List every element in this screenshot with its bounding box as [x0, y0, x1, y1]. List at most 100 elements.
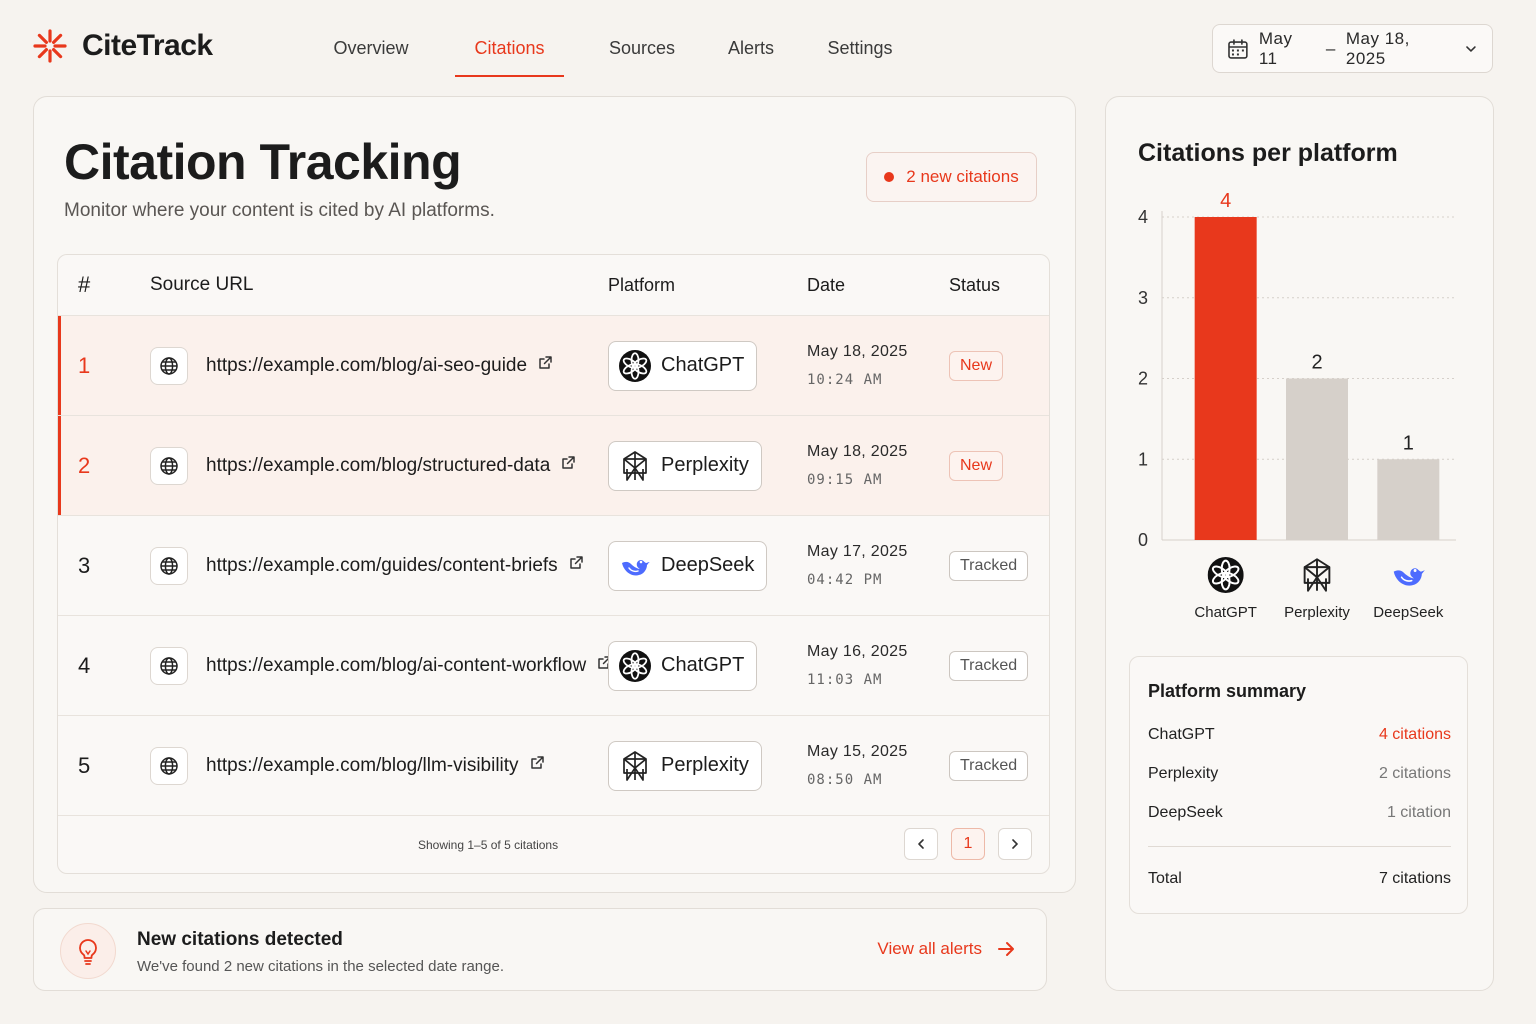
dot-icon [884, 172, 895, 182]
source-url-text: https://example.com/blog/structured-data [206, 454, 551, 476]
y-tick-label: 0 [1138, 530, 1148, 550]
source-url-link[interactable]: https://example.com/blog/llm-visibility [206, 755, 545, 777]
bar-chatgpt [1194, 217, 1257, 540]
platform-pill[interactable]: Perplexity [608, 740, 762, 791]
row-number: 2 [78, 452, 91, 478]
status-badge: Tracked [949, 750, 1029, 781]
prev-page-button[interactable] [904, 828, 938, 860]
date-range-picker[interactable]: May 11 – May 18, 2025 [1212, 24, 1493, 73]
lightbulb-icon [60, 923, 116, 979]
nav-citations[interactable]: Citations [455, 26, 564, 77]
page-subtitle: Monitor where your content is cited by A… [64, 200, 495, 221]
chatgpt-logo-icon [619, 349, 651, 382]
summary-divider [1148, 846, 1451, 847]
x-tick-label: Perplexity [1284, 604, 1350, 621]
column-header-platform[interactable]: Platform [608, 275, 807, 296]
chatgpt-logo-icon [619, 649, 651, 682]
platform-name: ChatGPT [661, 654, 745, 676]
platform-cell: Perplexity [608, 440, 807, 491]
date-range-start: May 11 [1258, 28, 1293, 68]
alert-count: 2 [223, 958, 233, 975]
platform-name: ChatGPT [661, 354, 745, 376]
row-number: 4 [78, 652, 91, 678]
asterisk-logo-icon [33, 29, 67, 63]
summary-total-label: Total [1148, 870, 1182, 887]
perplexity-logo-icon [619, 450, 651, 482]
globe-icon [150, 646, 188, 685]
chevron-right-icon [1012, 839, 1018, 849]
deepseek-logo-icon [1393, 568, 1426, 586]
row-number: 5 [78, 752, 91, 778]
y-tick-label: 2 [1138, 369, 1148, 389]
summary-row-chatgpt: ChatGPT 4 citations [1148, 726, 1451, 744]
external-link-icon[interactable] [529, 755, 545, 771]
platform-pill[interactable]: Perplexity [608, 440, 762, 491]
column-header-status[interactable]: Status [949, 275, 1049, 296]
app-logo[interactable]: CiteTrack [32, 28, 213, 64]
globe-icon [150, 546, 188, 585]
page-1-button[interactable]: 1 [951, 828, 985, 860]
platform-name: Perplexity [661, 754, 749, 776]
perplexity-logo-icon [1303, 558, 1331, 592]
globe-icon [150, 446, 188, 485]
status-cell: New [949, 450, 1049, 481]
citation-date: May 16, 2025 [807, 643, 908, 660]
view-all-alerts-link[interactable]: View all alerts [877, 939, 1016, 959]
nav-overview[interactable]: Overview [312, 26, 430, 77]
table-row[interactable]: 3 https://example.com/guides/content-bri… [58, 516, 1049, 616]
status-badge: New [949, 450, 1004, 481]
source-url-link[interactable]: https://example.com/blog/structured-data [206, 455, 576, 477]
nav-sources[interactable]: Sources [592, 26, 692, 77]
y-tick-label: 3 [1138, 288, 1148, 308]
new-citations-badge[interactable]: 2 new citations [866, 152, 1037, 202]
citation-date: May 18, 2025 [807, 343, 908, 360]
row-number: 1 [78, 352, 91, 378]
platform-pill[interactable]: DeepSeek [608, 540, 768, 591]
date-cell: May 18, 2025 10:24 AM [807, 340, 949, 391]
x-tick-label: DeepSeek [1373, 604, 1444, 621]
status-cell: Tracked [949, 550, 1049, 581]
date-range-separator: – [1325, 38, 1336, 58]
citation-time: 04:42 PM [807, 572, 883, 588]
globe-icon [150, 346, 188, 385]
date-cell: May 17, 2025 04:42 PM [807, 540, 949, 591]
external-link-icon[interactable] [568, 555, 584, 571]
citation-tracking-card: Citation Tracking Monitor where your con… [33, 96, 1076, 893]
table-row[interactable]: 4 https://example.com/blog/ai-content-wo… [58, 616, 1049, 716]
summary-platform-value: 1 citation [1386, 804, 1451, 821]
external-link-icon[interactable] [537, 355, 553, 371]
source-url-link[interactable]: https://example.com/blog/ai-seo-guide [206, 355, 553, 377]
summary-row-total: Total 7 citations [1148, 870, 1451, 888]
nav-settings[interactable]: Settings [810, 26, 910, 77]
source-url-link[interactable]: https://example.com/blog/ai-content-work… [206, 655, 612, 677]
platform-cell: Perplexity [608, 740, 807, 791]
column-header-url[interactable]: Source URL [150, 274, 608, 296]
citations-bar-chart: 0 1 2 3 4 4 ChatGPT 2 Perplexity 1 DeepSeek [1138, 190, 1456, 621]
table-row[interactable]: 1 https://example.com/blog/ai-seo-guide … [58, 316, 1049, 416]
column-header-number: # [78, 272, 91, 297]
platform-stats-card: Citations per platform 0 1 2 3 4 4 ChatGPT 2 Pe… [1105, 96, 1494, 991]
x-tick-label: ChatGPT [1194, 604, 1257, 621]
perplexity-logo-icon [619, 750, 651, 782]
citation-time: 09:15 AM [807, 472, 883, 488]
table-row[interactable]: 5 https://example.com/blog/llm-visibilit… [58, 716, 1049, 816]
external-link-icon[interactable] [560, 455, 576, 471]
citation-date: May 18, 2025 [807, 443, 908, 460]
next-page-button[interactable] [998, 828, 1032, 860]
column-header-date[interactable]: Date [807, 272, 949, 299]
data-label: 1 [1403, 432, 1414, 454]
platform-summary: Platform summary ChatGPT 4 citations Per… [1129, 656, 1468, 914]
table-row[interactable]: 2 https://example.com/blog/structured-da… [58, 416, 1049, 516]
platform-pill[interactable]: ChatGPT [608, 340, 758, 391]
source-url-link[interactable]: https://example.com/guides/content-brief… [206, 555, 584, 577]
summary-platform-value: 4 citations [1378, 726, 1451, 743]
table-footer: Showing 1–5 of 5 citations 1 [58, 816, 1049, 873]
new-citations-alert: New citations detected We've found 2 new… [33, 908, 1047, 991]
alert-text-suffix: new citations in the selected date range… [236, 958, 504, 975]
platform-cell: ChatGPT [608, 640, 807, 691]
main-nav: Overview Citations Sources Alerts Settin… [312, 26, 910, 77]
summary-platform-value: 2 citations [1378, 765, 1451, 782]
alert-text: We've found 2 new citations in the selec… [137, 958, 504, 975]
nav-alerts[interactable]: Alerts [706, 26, 796, 77]
platform-pill[interactable]: ChatGPT [608, 640, 758, 691]
